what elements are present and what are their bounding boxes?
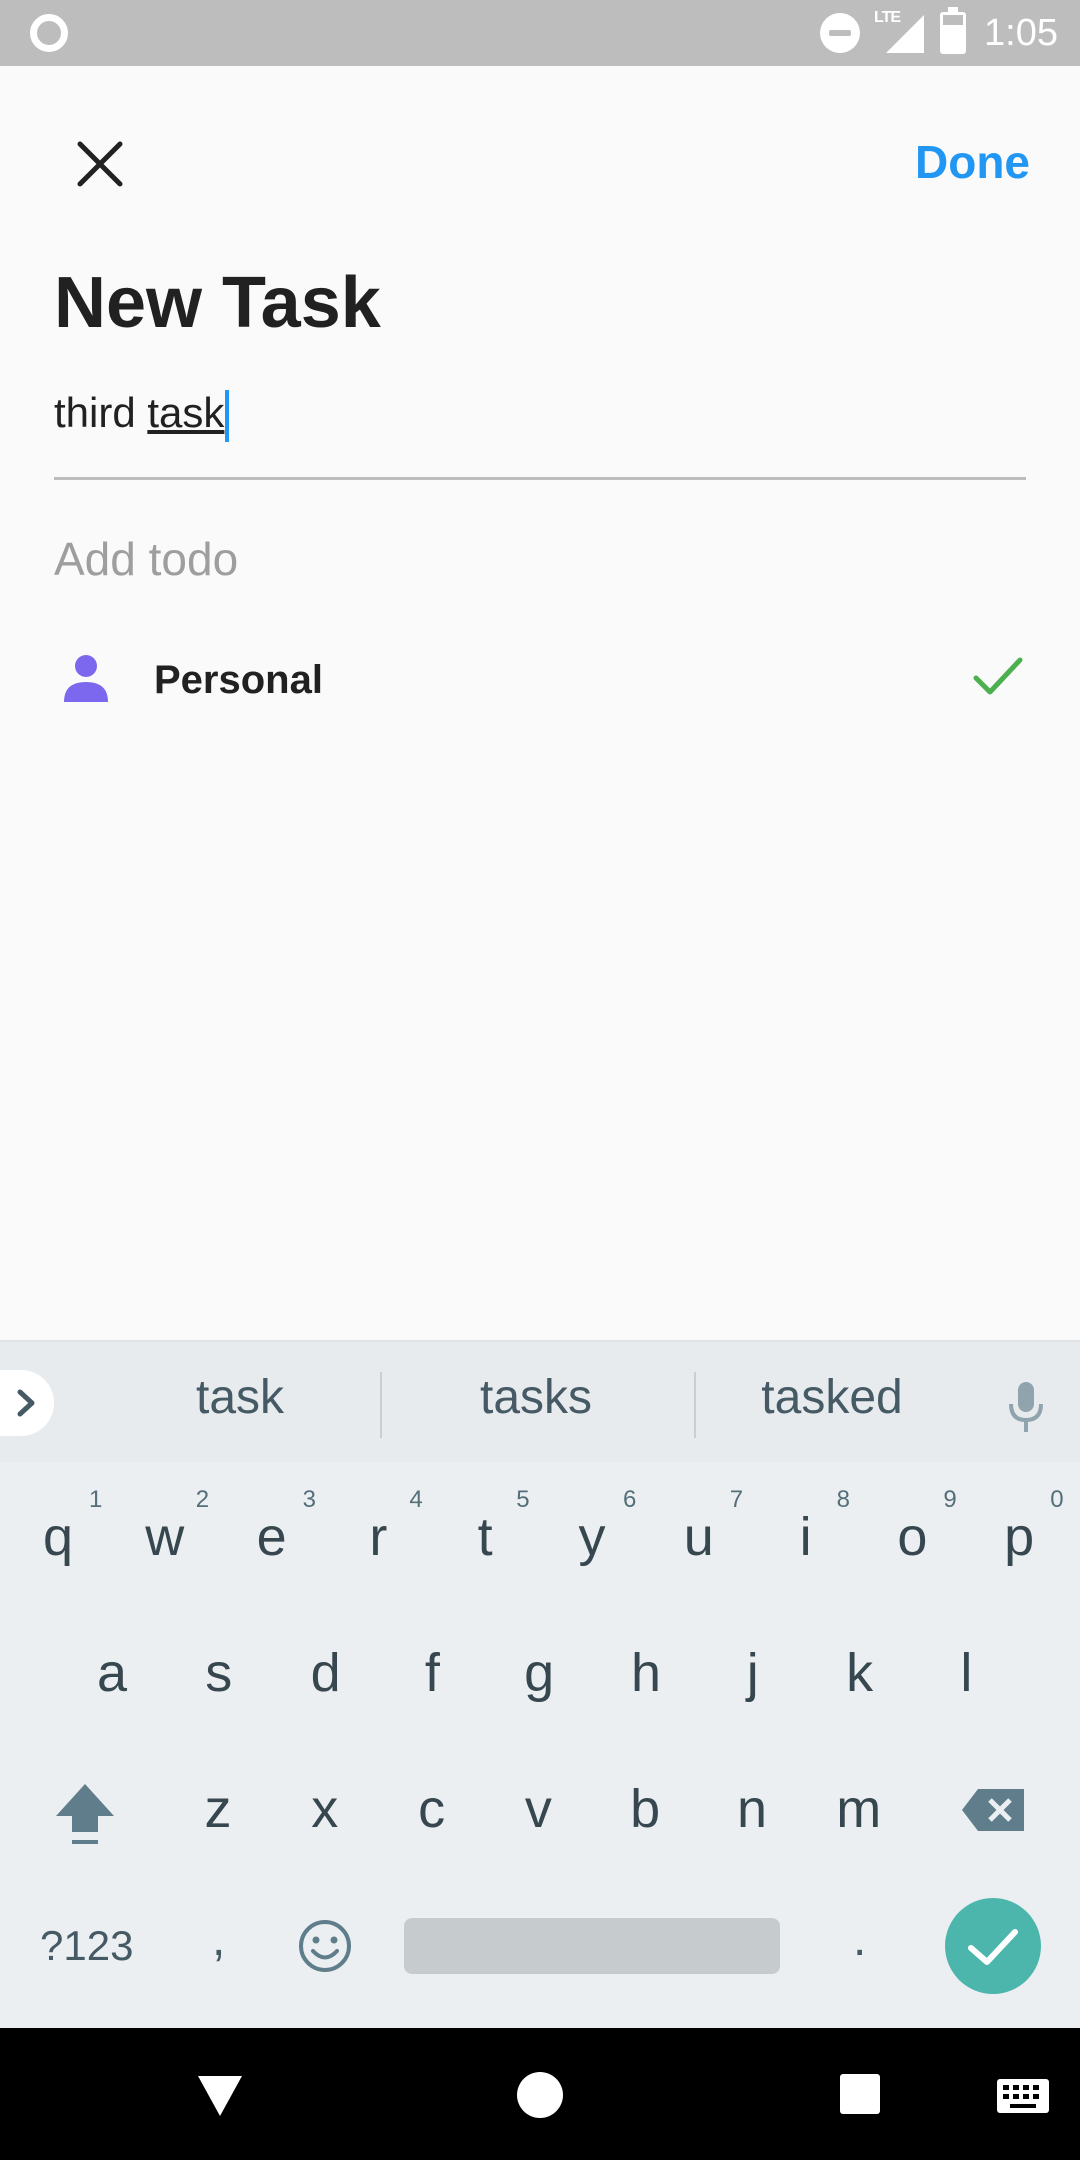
emoji-icon[interactable]: [297, 1918, 353, 1974]
key-hint-7: 7: [729, 1486, 744, 1513]
key-d[interactable]: d: [276, 1642, 376, 1704]
suggestion-2[interactable]: tasks: [386, 1370, 686, 1425]
key-j[interactable]: j: [703, 1642, 803, 1704]
key-n[interactable]: n: [702, 1778, 802, 1840]
suggestion-3[interactable]: tasked: [682, 1370, 982, 1425]
lte-signal-icon: LTE: [874, 9, 926, 55]
key-hint-8: 8: [836, 1486, 850, 1513]
key-f[interactable]: f: [382, 1642, 482, 1704]
person-icon: [64, 655, 108, 702]
suggestion-bar: task tasks tasked: [0, 1342, 1080, 1462]
key-h[interactable]: h: [596, 1642, 696, 1704]
key-hint-5: 5: [516, 1486, 530, 1513]
close-icon: [77, 141, 123, 187]
comma-key[interactable]: ,: [212, 1912, 225, 1967]
battery-icon: [940, 7, 967, 54]
done-button[interactable]: Done: [915, 135, 1030, 189]
key-hint-3: 3: [302, 1486, 316, 1513]
task-name-composing: task: [147, 389, 225, 436]
add-todo-field[interactable]: Add todo: [54, 532, 238, 586]
key-b[interactable]: b: [595, 1778, 695, 1840]
key-s[interactable]: s: [169, 1642, 269, 1704]
circle-notification-icon: [30, 14, 68, 52]
keyboard-expand-button[interactable]: [0, 1370, 54, 1436]
status-bar: LTE 1:05: [0, 0, 1080, 66]
back-icon[interactable]: [196, 2072, 244, 2118]
key-y[interactable]: y: [542, 1506, 642, 1568]
recent-apps-icon[interactable]: [840, 2074, 880, 2114]
key-hint-9: 9: [943, 1486, 957, 1513]
symbols-key[interactable]: ?123: [40, 1922, 133, 1970]
key-w[interactable]: w: [115, 1506, 215, 1568]
key-g[interactable]: g: [489, 1642, 589, 1704]
shift-key-icon[interactable]: [52, 1780, 118, 1850]
key-e[interactable]: e: [222, 1506, 322, 1568]
list-item-personal[interactable]: Personal: [54, 640, 1026, 720]
enter-key[interactable]: [945, 1898, 1041, 1994]
key-i[interactable]: i: [756, 1506, 856, 1568]
suggestion-1[interactable]: task: [90, 1370, 390, 1425]
chevron-right-icon: [17, 1389, 35, 1417]
key-t[interactable]: t: [435, 1506, 535, 1568]
key-v[interactable]: v: [488, 1778, 588, 1840]
key-hint-6: 6: [623, 1486, 637, 1513]
key-c[interactable]: c: [382, 1778, 482, 1840]
key-k[interactable]: k: [810, 1642, 910, 1704]
key-hint-2: 2: [195, 1486, 210, 1513]
key-m[interactable]: m: [809, 1778, 909, 1840]
key-l[interactable]: l: [916, 1642, 1016, 1704]
key-hint-1: 1: [89, 1486, 103, 1513]
backspace-key-icon[interactable]: [960, 1787, 1026, 1833]
key-hint-4: 4: [409, 1486, 423, 1513]
suggestion-divider: [380, 1372, 382, 1438]
key-x[interactable]: x: [275, 1778, 375, 1840]
key-o[interactable]: o: [862, 1506, 962, 1568]
key-u[interactable]: u: [649, 1506, 749, 1568]
home-icon[interactable]: [517, 2072, 563, 2118]
list-label: Personal: [154, 658, 323, 702]
microphone-icon[interactable]: [1006, 1380, 1046, 1434]
check-icon: [968, 1929, 1018, 1965]
task-name-value: third task: [54, 389, 230, 442]
key-z[interactable]: z: [168, 1778, 268, 1840]
close-button[interactable]: [68, 132, 132, 196]
period-key[interactable]: .: [853, 1912, 866, 1967]
task-name-text: third: [54, 389, 148, 436]
key-q[interactable]: q: [8, 1506, 108, 1568]
key-r[interactable]: r: [328, 1506, 428, 1568]
space-key[interactable]: [404, 1918, 780, 1974]
key-p[interactable]: p: [969, 1506, 1069, 1568]
status-time: 1:05: [984, 11, 1058, 54]
check-icon: [973, 657, 1023, 695]
task-name-input[interactable]: third task: [54, 380, 1026, 480]
do-not-disturb-icon: [820, 13, 861, 53]
page-title: New Task: [54, 263, 381, 343]
key-hint-0: 0: [1050, 1486, 1064, 1513]
keyboard-switch-icon[interactable]: [996, 2078, 1050, 2114]
text-cursor: [225, 389, 230, 442]
navigation-bar: [0, 2028, 1080, 2160]
key-a[interactable]: a: [62, 1642, 162, 1704]
